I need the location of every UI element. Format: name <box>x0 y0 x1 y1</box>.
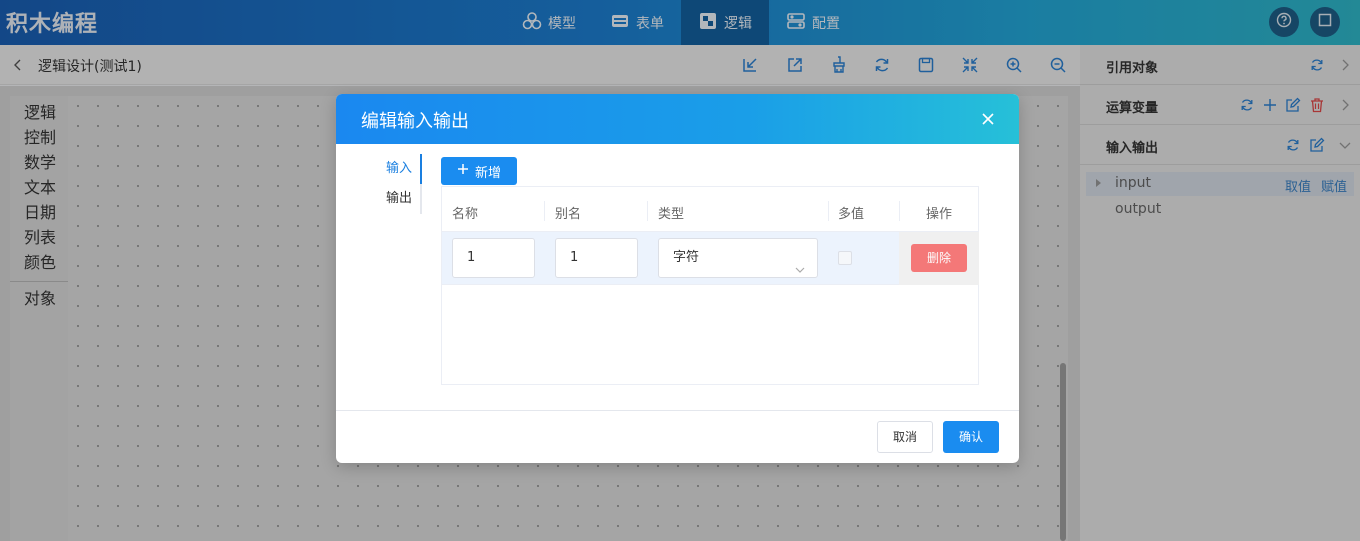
action-cell: 删除 <box>899 232 979 285</box>
chevron-down-icon <box>795 253 805 273</box>
alias-input[interactable]: 1 <box>555 238 638 278</box>
delete-button[interactable]: 删除 <box>911 244 967 272</box>
dialog-header: 编辑输入输出 <box>336 94 1019 144</box>
add-button[interactable]: 新增 <box>441 157 517 185</box>
multi-value-checkbox[interactable] <box>838 251 852 265</box>
column-header-type: 类型 <box>658 207 685 222</box>
table-header: 名称 别名 类型 多值 操作 <box>442 186 979 232</box>
dialog-title: 编辑输入输出 <box>361 111 469 132</box>
column-header-name: 名称 <box>452 207 479 222</box>
table-border <box>978 285 979 385</box>
cancel-button[interactable]: 取消 <box>877 421 933 453</box>
column-header-alias: 别名 <box>555 207 582 222</box>
confirm-button[interactable]: 确认 <box>943 421 999 453</box>
plus-icon <box>457 163 469 179</box>
edit-io-dialog: 编辑输入输出 输入 输出 新增 名称 别名 类型 多值 操作 1 1 字符 删除… <box>336 94 1019 463</box>
tab-output[interactable]: 输出 <box>376 184 422 214</box>
close-icon[interactable] <box>981 112 995 126</box>
column-header-multi: 多值 <box>838 207 865 222</box>
table-row: 1 1 字符 删除 <box>442 232 979 285</box>
io-tabs: 输入 输出 <box>376 154 422 214</box>
dialog-footer-divider <box>336 410 1019 411</box>
add-button-label: 新增 <box>474 165 501 181</box>
type-select[interactable]: 字符 <box>658 238 818 278</box>
tab-input[interactable]: 输入 <box>376 154 422 184</box>
name-input[interactable]: 1 <box>452 238 535 278</box>
column-header-action: 操作 <box>926 207 953 222</box>
io-table: 名称 别名 类型 多值 操作 1 1 字符 删除 <box>441 186 979 385</box>
type-select-value: 字符 <box>673 250 700 265</box>
